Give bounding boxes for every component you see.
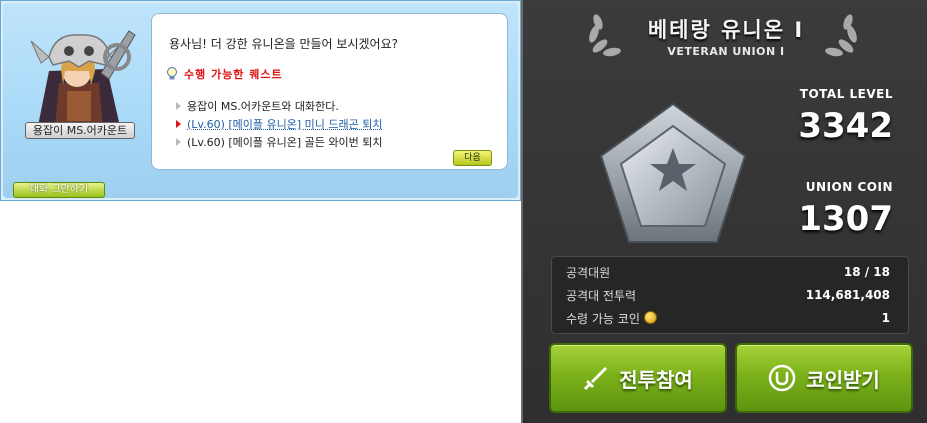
battle-join-label: 전투참여 (619, 367, 693, 392)
union-coin-value: 1307 (798, 199, 893, 239)
union-info-box: 공격대원 18 / 18 공격대 전투력 114,681,408 수령 가능 코… (551, 256, 909, 334)
info-label: 공격대원 (566, 265, 611, 280)
lightbulb-icon (167, 67, 177, 80)
silver-pentagon-emblem-icon (599, 102, 747, 243)
npc-name-label: 용잡이 MS.어카운트 (25, 122, 135, 139)
quest-item[interactable]: (Lv.60) [메이플 유니온] 미니 드래곤 퇴치 (176, 116, 383, 132)
sword-icon (584, 367, 608, 391)
union-panel: 베테랑 유니온 I VETERAN UNION Ⅰ TOTAL LEVEL 33… (521, 0, 927, 423)
next-button[interactable]: 다음 (453, 150, 492, 166)
bullet-arrow-icon (176, 102, 181, 110)
union-subtitle: VETERAN UNION Ⅰ (667, 45, 785, 58)
quest-header: 수행 가능한 퀘스트 (166, 66, 283, 82)
receive-coin-button[interactable]: 코인받기 (735, 343, 913, 413)
end-chat-button[interactable]: 대화 그만하기 (13, 182, 105, 198)
quest-header-label: 수행 가능한 퀘스트 (184, 68, 283, 81)
npc-dialog-window: 용잡이 MS.어카운트 용사님! 더 강한 유니온을 만들어 보시겠어요? 수행… (0, 0, 521, 201)
info-value: 114,681,408 (805, 288, 890, 302)
battle-join-button[interactable]: 전투참여 (549, 343, 727, 413)
info-label: 수령 가능 코인 (566, 311, 640, 326)
info-value: 18 / 18 (843, 265, 890, 279)
info-row-coins: 수령 가능 코인 1 (566, 309, 890, 327)
bullet-arrow-icon (176, 138, 181, 146)
bullet-arrow-icon (176, 120, 181, 128)
union-coin-icon (768, 364, 796, 392)
quest-item-label: (Lv.60) [메이플 유니온] 골든 와이번 퇴치 (187, 136, 383, 149)
receive-coin-label: 코인받기 (806, 367, 880, 392)
quest-item-label: (Lv.60) [메이플 유니온] 미니 드래곤 퇴치 (187, 118, 383, 131)
info-label: 공격대 전투력 (566, 288, 637, 303)
total-level-value: 3342 (798, 106, 893, 146)
union-title: 베테랑 유니온 I (647, 18, 805, 42)
coin-icon (643, 310, 657, 324)
info-row-power: 공격대 전투력 114,681,408 (566, 286, 890, 304)
info-label-wrap: 수령 가능 코인 (566, 310, 657, 327)
union-coin-label: UNION COIN (805, 180, 893, 194)
npc-message: 용사님! 더 강한 유니온을 만들어 보시겠어요? (169, 37, 398, 51)
info-row-members: 공격대원 18 / 18 (566, 263, 890, 281)
total-level-label: TOTAL LEVEL (799, 87, 893, 101)
speech-box: 용사님! 더 강한 유니온을 만들어 보시겠어요? 수행 가능한 퀘스트 용잡이… (151, 13, 508, 170)
info-value: 1 (881, 311, 890, 325)
quest-item-label: 용잡이 MS.어카운트와 대화한다. (187, 100, 339, 113)
quest-item[interactable]: (Lv.60) [메이플 유니온] 골든 와이번 퇴치 (176, 134, 383, 150)
quest-item[interactable]: 용잡이 MS.어카운트와 대화한다. (176, 98, 339, 114)
